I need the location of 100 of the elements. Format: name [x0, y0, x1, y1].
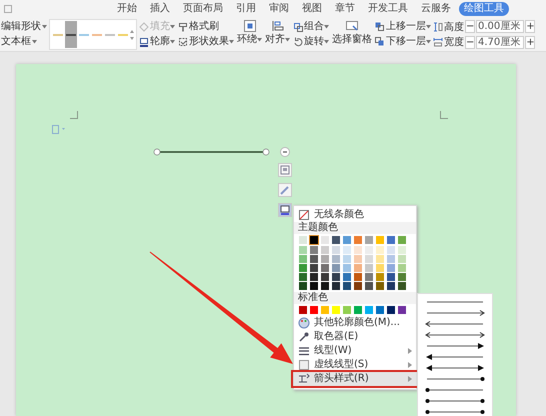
color-swatch[interactable] — [387, 282, 395, 290]
color-swatch[interactable] — [299, 264, 307, 272]
color-swatch[interactable] — [387, 255, 395, 263]
ribbon-button[interactable]: 编辑形状 — [0, 20, 48, 33]
ribbon-button[interactable]: 选择窗格 — [331, 19, 373, 46]
color-swatch[interactable] — [365, 264, 373, 272]
ribbon-tab[interactable]: 页面布局 — [178, 2, 228, 16]
ribbon-button[interactable]: 文本框 — [0, 36, 48, 48]
color-swatch[interactable] — [354, 264, 362, 272]
number-field[interactable]: 0.00厘米 — [476, 20, 524, 34]
color-swatch[interactable] — [310, 236, 318, 244]
color-swatch[interactable] — [376, 246, 384, 254]
color-swatch[interactable] — [332, 306, 340, 314]
color-swatch[interactable] — [299, 246, 307, 254]
plus-button[interactable]: + — [525, 20, 536, 34]
color-swatch[interactable] — [343, 282, 351, 290]
menu-item[interactable]: 无线条颜色 — [294, 208, 416, 222]
color-swatch[interactable] — [310, 246, 318, 254]
plus-button[interactable]: + — [525, 36, 536, 49]
ribbon-button[interactable]: 轮廓 — [138, 36, 176, 48]
menu-item[interactable]: 箭头样式(R) — [294, 372, 416, 386]
ribbon-tab[interactable]: 审阅 — [264, 2, 294, 16]
ribbon-tab[interactable]: 开始 — [112, 2, 142, 16]
color-swatch[interactable] — [321, 246, 329, 254]
color-swatch[interactable] — [398, 306, 406, 314]
ribbon-tab[interactable]: 插入 — [145, 2, 175, 16]
ribbon-button[interactable]: 上移一层 — [374, 20, 432, 33]
color-swatch[interactable] — [332, 255, 340, 263]
color-swatch[interactable] — [310, 255, 318, 263]
color-swatch[interactable] — [398, 246, 406, 254]
color-swatch[interactable] — [376, 273, 384, 281]
color-swatch[interactable] — [354, 255, 362, 263]
color-swatch[interactable] — [321, 255, 329, 263]
color-swatch[interactable] — [310, 273, 318, 281]
color-swatch[interactable] — [332, 282, 340, 290]
color-swatch[interactable] — [299, 255, 307, 263]
color-swatch[interactable] — [376, 264, 384, 272]
ribbon-button[interactable]: 下移一层 — [374, 36, 432, 48]
color-swatch[interactable] — [365, 246, 373, 254]
color-swatch[interactable] — [376, 282, 384, 290]
color-swatch[interactable] — [354, 306, 362, 314]
ribbon-tab[interactable]: 绘图工具 — [459, 2, 509, 16]
color-swatch[interactable] — [343, 273, 351, 281]
ribbon-tab[interactable]: 引用 — [231, 2, 261, 16]
ribbon-tab[interactable]: 云服务 — [416, 2, 456, 16]
menu-item[interactable]: 取色器(E) — [294, 330, 416, 344]
color-swatch[interactable] — [398, 264, 406, 272]
color-swatch[interactable] — [343, 246, 351, 254]
color-swatch[interactable] — [354, 282, 362, 290]
color-swatch[interactable] — [365, 255, 373, 263]
color-swatch[interactable] — [376, 306, 384, 314]
color-swatch[interactable] — [310, 264, 318, 272]
color-swatch[interactable] — [343, 306, 351, 314]
color-swatch[interactable] — [398, 273, 406, 281]
ribbon-button[interactable]: 格式刷 — [177, 20, 235, 33]
color-swatch[interactable] — [376, 236, 384, 244]
color-swatch[interactable] — [387, 306, 395, 314]
color-swatch[interactable] — [299, 236, 307, 244]
color-swatch[interactable] — [398, 282, 406, 290]
color-swatch[interactable] — [365, 273, 373, 281]
ribbon-tab[interactable]: 开发工具 — [363, 2, 413, 16]
number-field[interactable]: 4.70厘米 — [476, 36, 524, 49]
color-swatch[interactable] — [321, 306, 329, 314]
color-swatch[interactable] — [343, 264, 351, 272]
color-swatch[interactable] — [387, 246, 395, 254]
ribbon-button[interactable]: 对齐 — [264, 19, 291, 46]
color-swatch[interactable] — [398, 236, 406, 244]
menu-item[interactable]: 其他轮廓颜色(M)... — [294, 316, 416, 330]
line-style-swatch[interactable] — [65, 21, 77, 48]
color-swatch[interactable] — [365, 236, 373, 244]
color-swatch[interactable] — [321, 273, 329, 281]
color-swatch[interactable] — [376, 255, 384, 263]
ribbon-tab[interactable]: 视图 — [297, 2, 327, 16]
minus-button[interactable]: − — [465, 36, 475, 49]
color-swatch[interactable] — [398, 255, 406, 263]
color-swatch[interactable] — [310, 306, 318, 314]
color-swatch[interactable] — [310, 282, 318, 290]
color-swatch[interactable] — [299, 282, 307, 290]
color-swatch[interactable] — [321, 236, 329, 244]
color-swatch[interactable] — [387, 264, 395, 272]
color-swatch[interactable] — [332, 246, 340, 254]
color-swatch[interactable] — [354, 246, 362, 254]
color-swatch[interactable] — [321, 282, 329, 290]
color-swatch[interactable] — [299, 306, 307, 314]
ribbon-button[interactable]: 形状效果 — [177, 36, 235, 48]
color-swatch[interactable] — [332, 273, 340, 281]
color-swatch[interactable] — [321, 264, 329, 272]
color-swatch[interactable] — [354, 236, 362, 244]
color-swatch[interactable] — [365, 306, 373, 314]
color-swatch[interactable] — [387, 236, 395, 244]
color-swatch[interactable] — [343, 255, 351, 263]
ribbon-tab[interactable]: 章节 — [330, 2, 360, 16]
ribbon-button[interactable]: 旋转 — [292, 36, 330, 48]
color-swatch[interactable] — [365, 282, 373, 290]
menu-item[interactable]: 虚线线型(S) — [294, 358, 416, 372]
color-swatch[interactable] — [332, 264, 340, 272]
ribbon-button[interactable]: 环绕 — [236, 19, 263, 46]
ribbon-button[interactable]: 组合 — [292, 20, 330, 33]
menu-item[interactable]: 线型(W) — [294, 344, 416, 358]
color-swatch[interactable] — [343, 236, 351, 244]
